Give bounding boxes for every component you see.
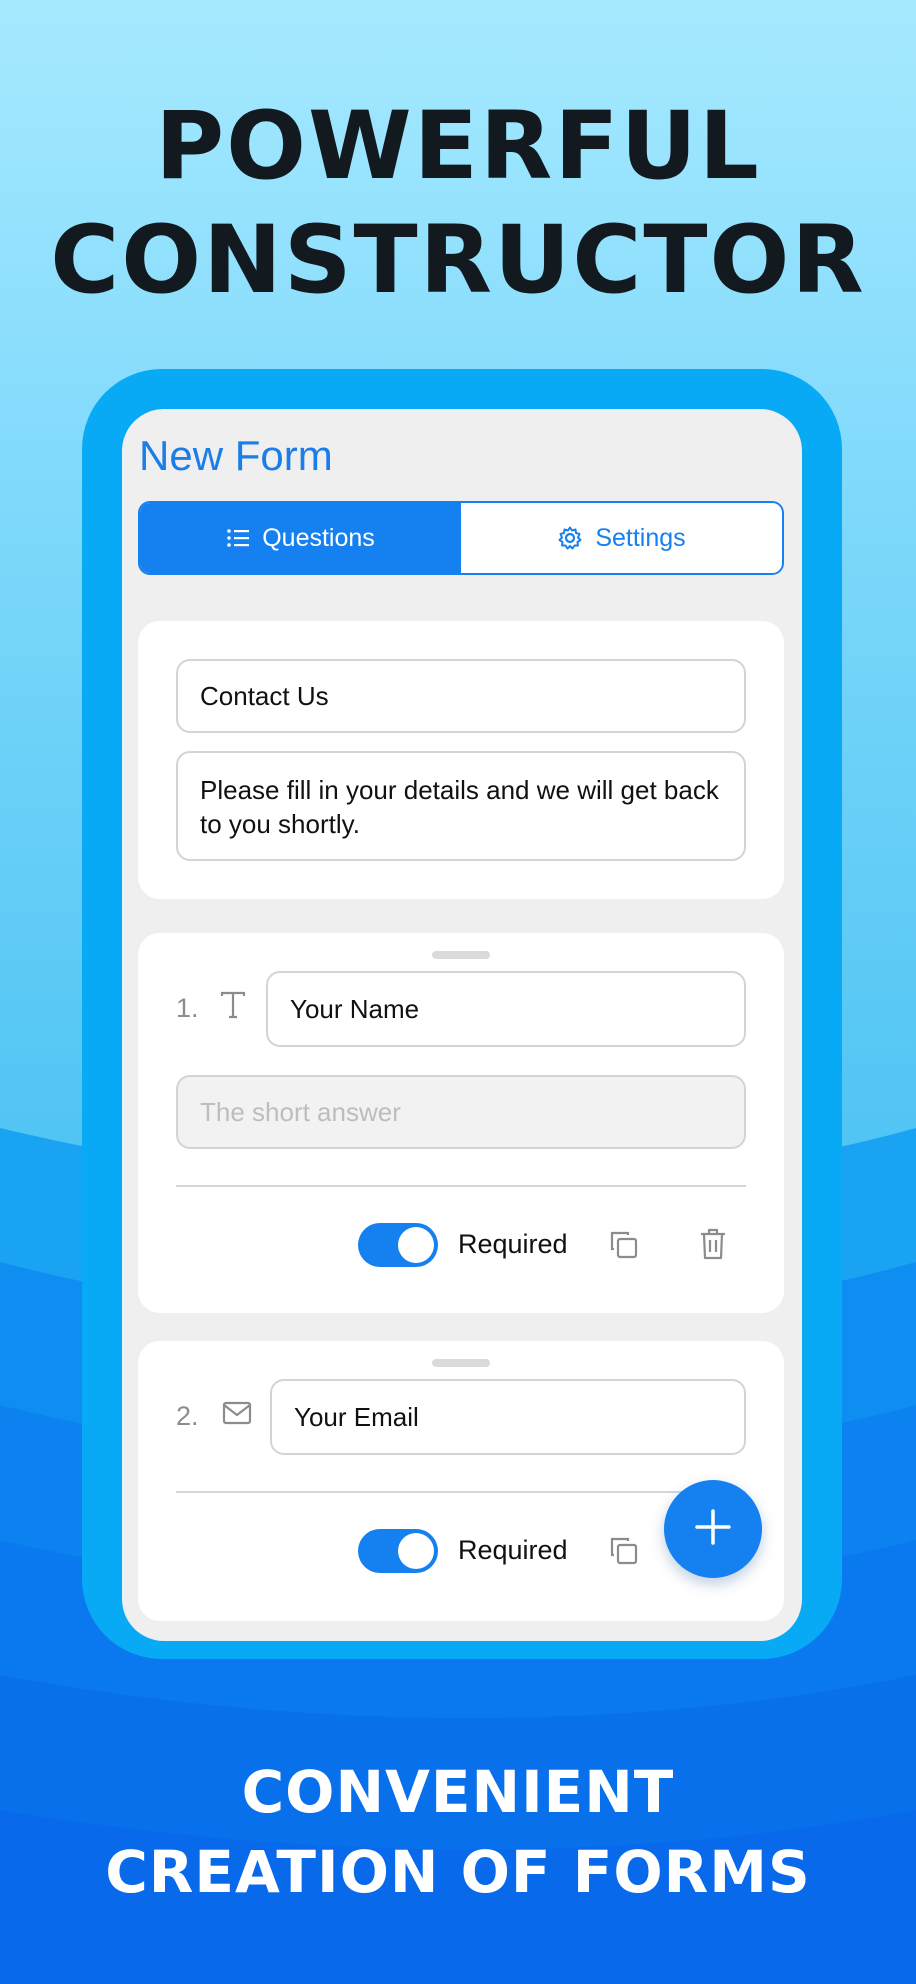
footer-line-1: CONVENIENT xyxy=(241,1758,675,1826)
form-title-field[interactable]: Contact Us xyxy=(176,659,746,733)
tab-questions[interactable]: Questions xyxy=(140,503,461,573)
duplicate-icon[interactable] xyxy=(608,1229,640,1266)
email-type-icon[interactable] xyxy=(222,1401,252,1430)
question-number: 2. xyxy=(176,1401,199,1431)
plus-icon xyxy=(693,1507,733,1552)
question-card-1: 1. Your Name The short answer Required xyxy=(138,933,784,1313)
phone-frame: New Form Questions Settings Contact Us P… xyxy=(82,369,842,1659)
drag-handle[interactable] xyxy=(432,1359,490,1367)
form-header-card: Contact Us Please fill in your details a… xyxy=(138,621,784,899)
tab-settings[interactable]: Settings xyxy=(461,503,782,573)
trash-icon[interactable] xyxy=(698,1227,728,1266)
headline: POWERFUL CONSTRUCTOR xyxy=(0,90,916,318)
question-number: 1. xyxy=(176,993,199,1023)
text-type-icon[interactable] xyxy=(220,991,246,1024)
question-title-field[interactable]: Your Email xyxy=(270,1379,746,1455)
phone-screen: New Form Questions Settings Contact Us P… xyxy=(122,409,802,1641)
drag-handle[interactable] xyxy=(432,951,490,959)
footer-line-2: CREATION OF FORMS xyxy=(105,1838,811,1906)
form-title: New Form xyxy=(139,432,333,479)
headline-line-1: POWERFUL xyxy=(155,92,761,201)
required-label: Required xyxy=(458,1229,568,1259)
short-answer-preview: The short answer xyxy=(176,1075,746,1149)
footer-title: CONVENIENT CREATION OF FORMS xyxy=(0,1752,916,1912)
question-title-field[interactable]: Your Name xyxy=(266,971,746,1047)
question-card-2: 2. Your Email Required xyxy=(138,1341,784,1621)
list-icon xyxy=(226,527,250,549)
tab-bar: Questions Settings xyxy=(138,501,784,575)
required-label: Required xyxy=(458,1535,568,1565)
required-toggle[interactable] xyxy=(358,1223,438,1267)
divider xyxy=(176,1185,746,1187)
duplicate-icon[interactable] xyxy=(608,1535,640,1572)
form-description-field[interactable]: Please fill in your details and we will … xyxy=(176,751,746,861)
gear-icon xyxy=(557,525,583,551)
tab-questions-label: Questions xyxy=(262,523,375,552)
divider xyxy=(176,1491,746,1493)
headline-line-2: CONSTRUCTOR xyxy=(50,206,866,315)
tab-settings-label: Settings xyxy=(595,523,686,552)
add-question-button[interactable] xyxy=(664,1480,762,1578)
required-toggle[interactable] xyxy=(358,1529,438,1573)
